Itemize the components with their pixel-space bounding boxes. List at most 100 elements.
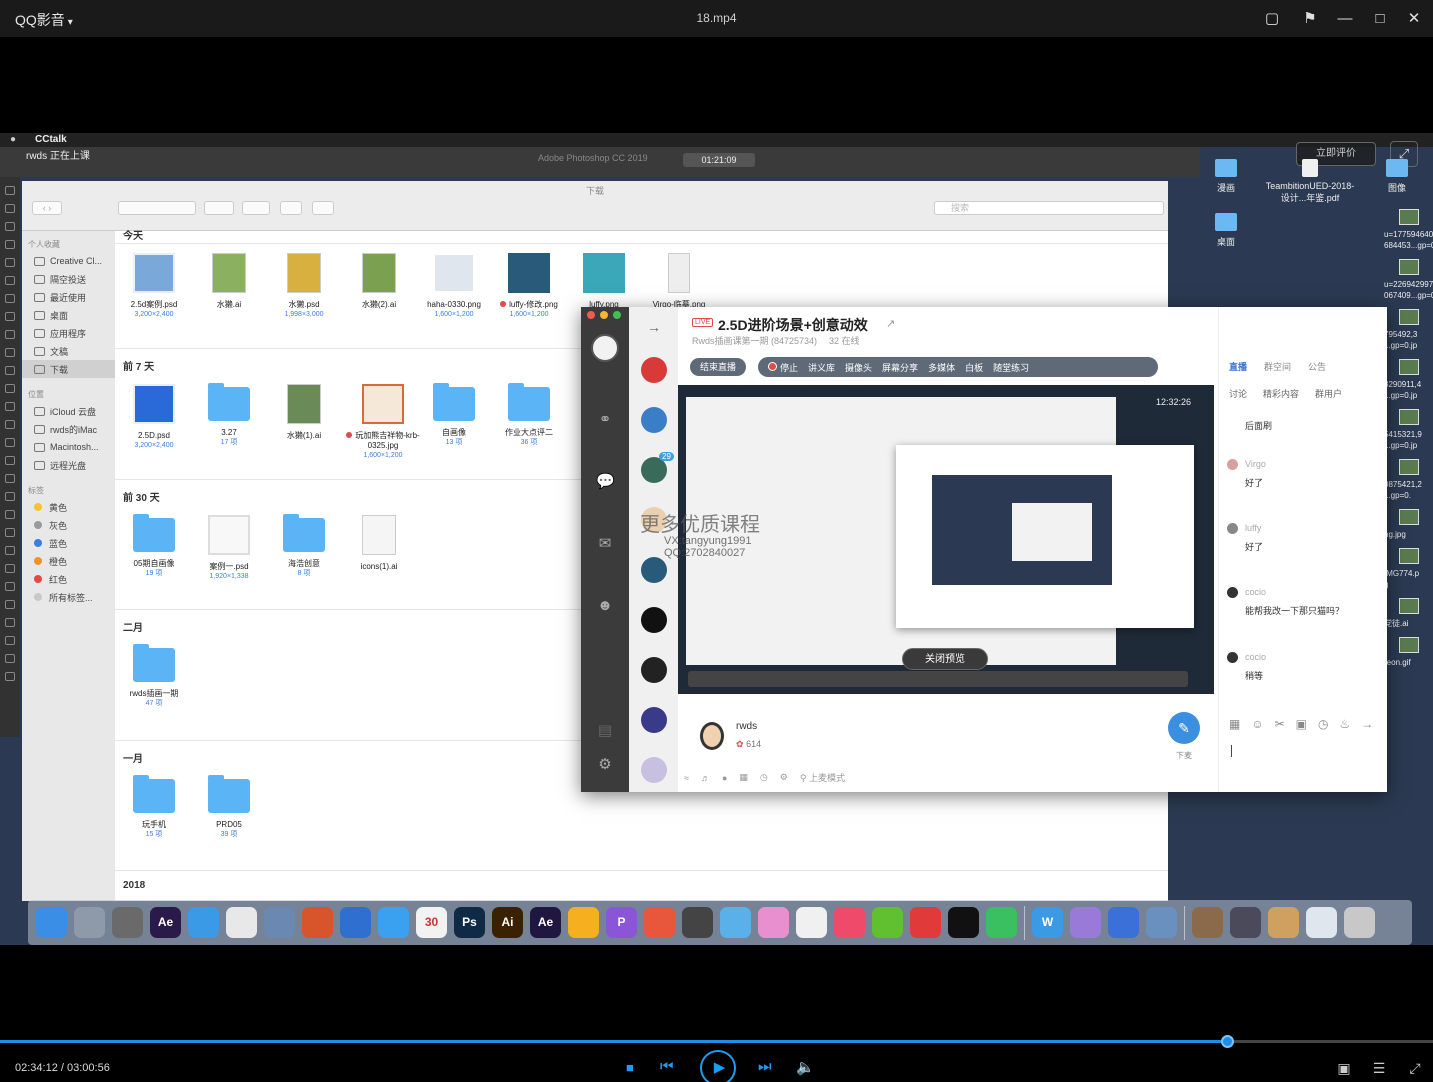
media-button[interactable]: 多媒体 xyxy=(928,361,955,374)
file-item[interactable]: 玩加熊吉祥物-krb-0325.jpg 1,600×1,200 xyxy=(344,384,422,460)
tag-button[interactable] xyxy=(312,201,334,215)
dock-app-icon[interactable] xyxy=(872,907,903,938)
folder-item[interactable]: 作业大点评二 36 项 xyxy=(494,383,564,447)
dock-app-icon[interactable]: Ps xyxy=(454,907,485,938)
tag-yellow[interactable]: 黄色 xyxy=(22,498,115,516)
dock-app-icon[interactable] xyxy=(758,907,789,938)
chat-icon[interactable]: 💬 xyxy=(596,473,615,491)
tab-members[interactable]: 群用户 xyxy=(1315,387,1342,400)
tab-discussion[interactable]: 讨论 xyxy=(1229,387,1247,400)
dock-app-icon[interactable] xyxy=(1070,907,1101,938)
dock-app-icon[interactable] xyxy=(796,907,827,938)
sidebar-item-icloud[interactable]: iCloud 云盘 xyxy=(22,402,115,420)
inbox-icon[interactable]: ✉ xyxy=(596,535,614,553)
sidebar-item-applications[interactable]: 应用程序 xyxy=(22,324,115,342)
dock-app-icon[interactable] xyxy=(1230,907,1261,938)
dock-app-icon[interactable] xyxy=(36,907,67,938)
dock-app-icon[interactable] xyxy=(948,907,979,938)
file-item[interactable]: 2.5d案例.psd 3,200×2,400 xyxy=(119,253,189,319)
screenshot-icon[interactable]: ▢ xyxy=(1259,6,1285,30)
sidebar-item-downloads[interactable]: 下载 xyxy=(22,360,115,378)
desktop-item[interactable]: 漫画 xyxy=(1206,159,1246,194)
file-item[interactable]: 2.5D.psd 3,200×2,400 xyxy=(119,384,189,450)
desktop-item[interactable]: 图像 xyxy=(1380,159,1414,194)
dock-app-icon[interactable] xyxy=(188,907,219,938)
close-preview-button[interactable]: 关闭预览 xyxy=(902,648,988,670)
file-item[interactable]: luffy.png xyxy=(569,253,639,310)
group-avatar[interactable] xyxy=(641,407,667,433)
tag-blue[interactable]: 蓝色 xyxy=(22,534,115,552)
speaker-icon[interactable]: ♬ xyxy=(701,773,710,783)
desktop-item[interactable]: 桌面 xyxy=(1206,213,1246,248)
search-input[interactable]: 搜索 xyxy=(934,201,1164,215)
fullscreen-icon[interactable]: ⤢ xyxy=(1405,1059,1425,1077)
dock-app-icon[interactable] xyxy=(378,907,409,938)
end-live-button[interactable]: 结束直播 xyxy=(690,358,746,376)
tab-live[interactable]: 直播 xyxy=(1229,360,1247,373)
dock-app-icon[interactable] xyxy=(74,907,105,938)
progress-handle[interactable] xyxy=(1220,1035,1234,1048)
group-avatar[interactable] xyxy=(641,707,667,733)
tag-all[interactable]: 所有标签... xyxy=(22,588,115,606)
sidebar-item-recents[interactable]: 最近使用 xyxy=(22,288,115,306)
dock-app-icon[interactable] xyxy=(1192,907,1223,938)
avatar[interactable] xyxy=(591,334,619,362)
file-item[interactable]: 水獭(2).ai xyxy=(344,253,414,310)
mic-icon[interactable]: ● xyxy=(722,773,727,783)
sidebar-item-remote-disc[interactable]: 远程光盘 xyxy=(22,456,115,474)
close-dot[interactable] xyxy=(587,311,595,319)
volume-icon[interactable]: 🔈 xyxy=(796,1058,815,1076)
play-button[interactable]: ▶ xyxy=(700,1050,736,1082)
sidebar-item-creative-cloud[interactable]: Creative Cl... xyxy=(22,252,115,270)
group-avatar[interactable] xyxy=(641,357,667,383)
dock-app-icon[interactable] xyxy=(720,907,751,938)
folder-item[interactable]: 玩手机 15 项 xyxy=(119,775,189,839)
calendar-icon[interactable]: ▤ xyxy=(596,722,614,740)
share-button[interactable] xyxy=(280,201,302,215)
view-mode-buttons[interactable] xyxy=(118,201,196,215)
tag-gray[interactable]: 灰色 xyxy=(22,516,115,534)
folder-item[interactable]: 海浩创意 8 项 xyxy=(269,514,339,578)
image-icon[interactable]: ▣ xyxy=(1296,717,1307,731)
tab-notice[interactable]: 公告 xyxy=(1308,360,1326,373)
folder-item[interactable]: rwds插画一期 47 项 xyxy=(119,644,189,708)
minimize-dot[interactable] xyxy=(600,311,608,319)
folder-item[interactable]: 05期自画像 19 项 xyxy=(119,514,189,578)
settings-icon[interactable]: ⚙ xyxy=(596,756,614,774)
folder-item[interactable]: 3.27 17 项 xyxy=(194,383,264,447)
quiz-button[interactable]: 随堂练习 xyxy=(993,361,1029,374)
clock-icon[interactable]: ◷ xyxy=(760,772,768,783)
group-avatar[interactable] xyxy=(641,557,667,583)
dock-app-icon[interactable]: W xyxy=(1032,907,1063,938)
contacts-icon[interactable]: ☻ xyxy=(596,597,614,615)
sidebar-item-documents[interactable]: 文稿 xyxy=(22,342,115,360)
previous-icon[interactable]: ⏮ xyxy=(660,1058,674,1075)
dock-app-icon[interactable] xyxy=(910,907,941,938)
stop-icon[interactable]: ■ xyxy=(626,1060,634,1075)
bell-icon[interactable]: ♨ xyxy=(1340,717,1351,731)
dock-app-icon[interactable] xyxy=(302,907,333,938)
sidebar-item-imac[interactable]: rwds的iMac xyxy=(22,420,115,438)
file-item[interactable]: 水獭(1).ai xyxy=(269,384,339,441)
send-icon[interactable]: → xyxy=(1361,717,1373,731)
camera-button[interactable]: 摄像头 xyxy=(845,361,872,374)
screenshot-icon[interactable]: ▣ xyxy=(1334,1059,1354,1077)
minimize-icon[interactable]: — xyxy=(1332,6,1358,30)
dock-app-icon[interactable] xyxy=(112,907,143,938)
file-item[interactable]: icons(1).ai xyxy=(344,515,414,572)
file-item[interactable]: 水獭.psd 1,998×3,000 xyxy=(269,253,339,319)
zoom-dot[interactable] xyxy=(613,311,621,319)
dock-app-icon[interactable]: P xyxy=(606,907,637,938)
tab-highlights[interactable]: 精彩内容 xyxy=(1263,387,1299,400)
dock-app-icon[interactable]: Ae xyxy=(150,907,181,938)
file-item[interactable]: luffy-修改.png 1,600×1,200 xyxy=(494,253,564,319)
stop-button[interactable]: 停止 xyxy=(768,361,798,374)
dock-app-icon[interactable] xyxy=(682,907,713,938)
close-icon[interactable]: ✕ xyxy=(1401,6,1427,30)
dock-app-icon[interactable] xyxy=(986,907,1017,938)
progress-bar[interactable] xyxy=(0,1035,1433,1048)
gift-icon[interactable]: ▦ xyxy=(1229,717,1240,731)
settings-icon[interactable]: ☰ xyxy=(1369,1059,1389,1077)
next-icon[interactable]: ⏭ xyxy=(758,1058,772,1075)
mode-button[interactable]: ⚲ 上麦模式 xyxy=(800,771,845,784)
